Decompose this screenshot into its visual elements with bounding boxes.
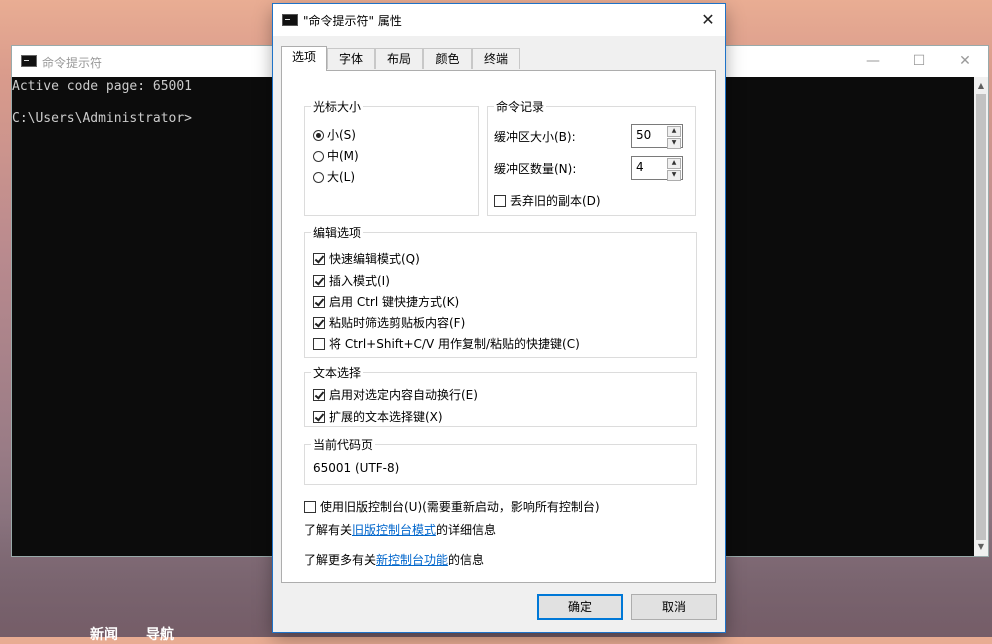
ctrl-shortcuts-checkbox[interactable]: 启用 Ctrl 键快捷方式(K): [313, 293, 459, 311]
checkbox-checked-icon: [313, 411, 325, 423]
properties-dialog: "命令提示符" 属性 ✕ 选项 字体 布局 颜色 终端 光标大小 小(S) 中(…: [273, 4, 725, 632]
options-panel: 光标大小 小(S) 中(M) 大(L) 命令记录 缓冲区大小(B): 50 ▲ ▼…: [281, 70, 716, 583]
checkbox-icon: [304, 501, 316, 513]
cancel-button[interactable]: 取消: [631, 594, 717, 620]
ok-button[interactable]: 确定: [537, 594, 623, 620]
console-app-icon: [21, 55, 37, 67]
command-history-group: 命令记录 缓冲区大小(B): 50 ▲ ▼ 缓冲区数量(N): 4 ▲ ▼ 丢弃旧的…: [487, 98, 696, 216]
tab-colors[interactable]: 颜色: [423, 48, 472, 69]
buffer-size-label: 缓冲区大小(B):: [494, 130, 576, 144]
scroll-down-icon[interactable]: ▼: [974, 540, 988, 554]
buffer-count-label: 缓冲区数量(N):: [494, 162, 577, 176]
radio-cursor-medium[interactable]: 中(M): [313, 147, 359, 165]
checkbox-checked-icon: [313, 275, 325, 287]
console-prompt: C:\Users\Administrator>: [12, 111, 193, 126]
scroll-up-icon[interactable]: ▲: [974, 79, 988, 93]
group-title: 光标大小: [311, 98, 364, 115]
insert-mode-checkbox[interactable]: 插入模式(I): [313, 272, 390, 290]
desktop-link-nav[interactable]: 导航: [146, 624, 174, 644]
edit-options-group: 编辑选项 快速编辑模式(Q) 插入模式(I) 启用 Ctrl 键快捷方式(K) …: [304, 224, 697, 358]
radio-icon: [313, 172, 324, 183]
group-title: 编辑选项: [311, 224, 364, 241]
radio-icon: [313, 151, 324, 162]
spin-up-icon[interactable]: ▲: [667, 158, 681, 169]
legacy-mode-link[interactable]: 旧版控制台模式: [352, 523, 436, 537]
radio-cursor-large[interactable]: 大(L): [313, 168, 355, 186]
tab-font[interactable]: 字体: [327, 48, 375, 69]
legacy-info-text: 了解有关旧版控制台模式的详细信息: [304, 523, 497, 537]
cursor-size-group: 光标大小 小(S) 中(M) 大(L): [304, 98, 479, 216]
checkbox-checked-icon: [313, 317, 325, 329]
text-selection-group: 文本选择 启用对选定内容自动换行(E) 扩展的文本选择键(X): [304, 364, 697, 427]
group-title: 文本选择: [311, 364, 364, 381]
ctrl-shift-cv-checkbox[interactable]: 将 Ctrl+Shift+C/V 用作复制/粘贴的快捷键(C): [313, 335, 580, 353]
radio-selected-icon: [313, 130, 324, 141]
checkbox-checked-icon: [313, 389, 325, 401]
tab-options[interactable]: 选项: [281, 46, 327, 71]
dialog-close-button[interactable]: ✕: [691, 4, 725, 36]
maximize-button[interactable]: ☐: [896, 46, 942, 77]
scroll-thumb[interactable]: [976, 94, 986, 540]
spin-down-icon[interactable]: ▼: [667, 138, 681, 149]
group-title: 命令记录: [494, 98, 547, 115]
console-line: Active code page: 65001: [12, 79, 193, 94]
checkbox-checked-icon: [313, 296, 325, 308]
dialog-titlebar[interactable]: "命令提示符" 属性 ✕: [273, 4, 725, 36]
radio-cursor-small[interactable]: 小(S): [313, 126, 356, 144]
console-app-icon: [282, 14, 298, 26]
tab-layout[interactable]: 布局: [375, 48, 423, 69]
legacy-console-checkbox[interactable]: 使用旧版控制台(U)(需要重新启动，影响所有控制台): [304, 498, 600, 516]
new-features-link[interactable]: 新控制台功能: [376, 553, 448, 567]
quick-edit-checkbox[interactable]: 快速编辑模式(Q): [313, 250, 420, 268]
dialog-title: "命令提示符" 属性: [303, 14, 402, 28]
line-wrap-selection-checkbox[interactable]: 启用对选定内容自动换行(E): [313, 386, 478, 404]
discard-duplicates-checkbox[interactable]: 丢弃旧的副本(D): [494, 192, 601, 210]
extended-selection-keys-checkbox[interactable]: 扩展的文本选择键(X): [313, 408, 443, 426]
filter-paste-checkbox[interactable]: 粘贴时筛选剪贴板内容(F): [313, 314, 465, 332]
buffer-count-spinner[interactable]: 4 ▲ ▼: [631, 156, 683, 181]
tab-terminal[interactable]: 终端: [472, 48, 520, 69]
group-title: 当前代码页: [311, 436, 376, 453]
spin-down-icon[interactable]: ▼: [667, 170, 681, 181]
new-features-info-text: 了解更多有关新控制台功能的信息: [304, 553, 485, 567]
codepage-group: 当前代码页 65001 (UTF-8): [304, 436, 697, 485]
minimize-button[interactable]: —: [850, 46, 896, 77]
spin-up-icon[interactable]: ▲: [667, 126, 681, 137]
buffer-size-spinner[interactable]: 50 ▲ ▼: [631, 124, 683, 149]
console-scrollbar[interactable]: ▲ ▼: [974, 77, 988, 556]
checkbox-icon: [313, 338, 325, 350]
checkbox-icon: [494, 195, 506, 207]
console-title: 命令提示符: [42, 56, 103, 70]
console-close-button[interactable]: ✕: [942, 46, 988, 77]
checkbox-checked-icon: [313, 253, 325, 265]
codepage-value: 65001 (UTF-8): [313, 461, 400, 475]
desktop-link-news[interactable]: 新闻: [90, 624, 118, 644]
